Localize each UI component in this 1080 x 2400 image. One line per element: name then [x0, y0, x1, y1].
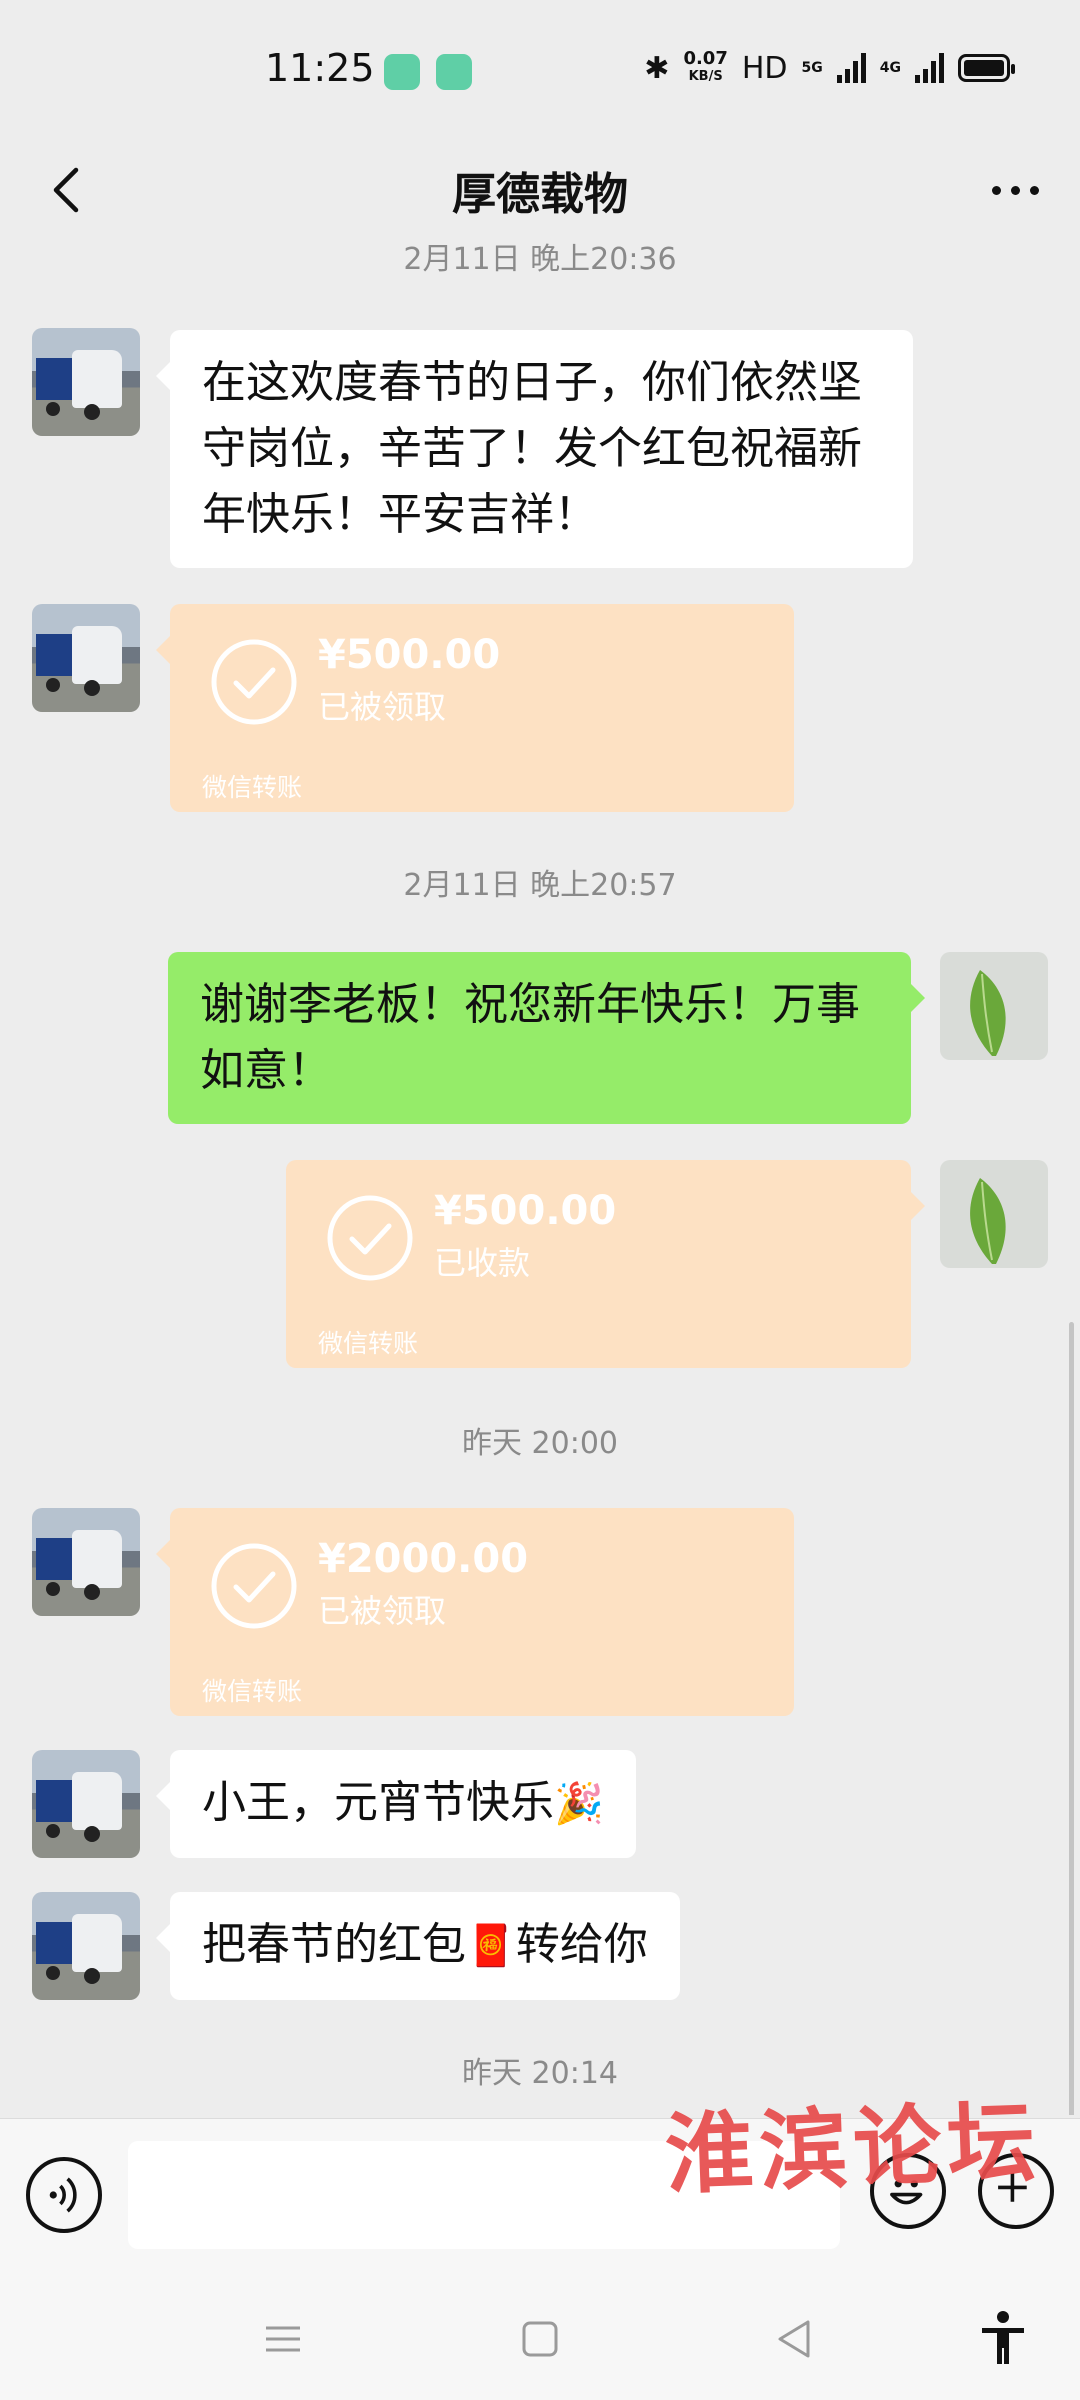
battery-icon: [958, 54, 1015, 82]
message-text: 谢谢李老板！祝您新年快乐！万事如意！: [200, 979, 860, 1096]
message-text: 在这欢度春节的日子，你们依然坚守岗位，辛苦了！发个红包祝福新年快乐！平安吉祥！: [202, 357, 862, 540]
avatar[interactable]: [32, 1508, 140, 1616]
hd-indicator: HD: [741, 50, 788, 86]
avatar[interactable]: [32, 1750, 140, 1858]
message-text: 小王，元宵节快乐: [202, 1777, 554, 1828]
received-message-bubble[interactable]: 把春节的红包🧧转给你: [156, 1892, 680, 2000]
check-circle-icon: [211, 1543, 297, 1629]
system-nav-bar: [0, 2278, 1080, 2400]
sim1-label: 5G: [801, 60, 823, 76]
avatar[interactable]: [32, 1892, 140, 2000]
signal-icon: [836, 53, 866, 83]
avatar[interactable]: [32, 328, 140, 436]
transfer-amount: ¥2000.00: [318, 1536, 529, 1582]
check-circle-icon: [327, 1195, 413, 1281]
signal-icon-2: [915, 53, 944, 83]
message-text: 转给你: [515, 1919, 648, 1970]
chat-title: 厚德载物: [452, 169, 628, 220]
check-circle-icon: [211, 639, 297, 725]
transfer-amount: ¥500.00: [434, 1188, 617, 1234]
scrollbar[interactable]: [1069, 1322, 1074, 2115]
message-list[interactable]: 2月11日 晚上20:36 在这欢度春节的日子，你们依然坚守岗位，辛苦了！发个红…: [0, 240, 1080, 2115]
transfer-label: 微信转账: [202, 1677, 303, 1706]
status-bar: 11:25 ✱ 0.07 KB/S HD 5G 4G: [0, 0, 1080, 140]
timestamp: 2月11日 晚上20:36: [403, 242, 677, 277]
status-time: 11:25: [265, 46, 375, 90]
avatar-self[interactable]: [940, 1160, 1048, 1268]
message-text: 把春节的红包: [202, 1919, 466, 1970]
red-envelope-icon: 🧧: [466, 1923, 516, 1969]
chat-header: 厚德载物: [0, 140, 1080, 240]
transfer-status: 已收款: [434, 1244, 531, 1282]
received-message-bubble[interactable]: 在这欢度春节的日子，你们依然坚守岗位，辛苦了！发个红包祝福新年快乐！平安吉祥！: [156, 330, 913, 568]
sim2-label: 4G: [879, 60, 901, 76]
avatar[interactable]: [32, 604, 140, 712]
avatar-self[interactable]: [940, 952, 1048, 1060]
network-speed: 0.07 KB/S: [683, 48, 728, 85]
app-notification-icon-2: [436, 54, 472, 90]
transfer-status: 已被领取: [318, 688, 447, 726]
home-square-icon[interactable]: [515, 2314, 565, 2364]
sent-message-bubble[interactable]: 谢谢李老板！祝您新年快乐！万事如意！: [168, 952, 925, 1124]
transfer-card[interactable]: ¥500.00 已被领取 微信转账: [156, 604, 794, 812]
timestamp: 昨天 20:00: [462, 1426, 618, 1461]
transfer-status: 已被领取: [318, 1592, 447, 1630]
accessibility-icon[interactable]: [978, 2310, 1028, 2366]
app-notification-icon: [384, 54, 420, 90]
party-popper-icon: 🎉: [554, 1781, 604, 1827]
transfer-card[interactable]: ¥2000.00 已被领取 微信转账: [156, 1508, 794, 1716]
back-triangle-icon[interactable]: [770, 2314, 820, 2364]
watermark: 淮滨论坛: [663, 2089, 1043, 2207]
timestamp: 2月11日 晚上20:57: [403, 868, 677, 903]
received-message-bubble[interactable]: 小王，元宵节快乐🎉: [156, 1750, 636, 1858]
more-dots-icon[interactable]: [980, 162, 1050, 218]
transfer-amount: ¥500.00: [318, 632, 501, 678]
transfer-card[interactable]: ¥500.00 已收款 微信转账: [286, 1160, 925, 1368]
bluetooth-icon: ✱: [644, 50, 670, 86]
transfer-label: 微信转账: [202, 773, 303, 802]
voice-icon[interactable]: [26, 2157, 102, 2233]
menu-icon[interactable]: [258, 2314, 308, 2364]
transfer-label: 微信转账: [318, 1329, 419, 1358]
